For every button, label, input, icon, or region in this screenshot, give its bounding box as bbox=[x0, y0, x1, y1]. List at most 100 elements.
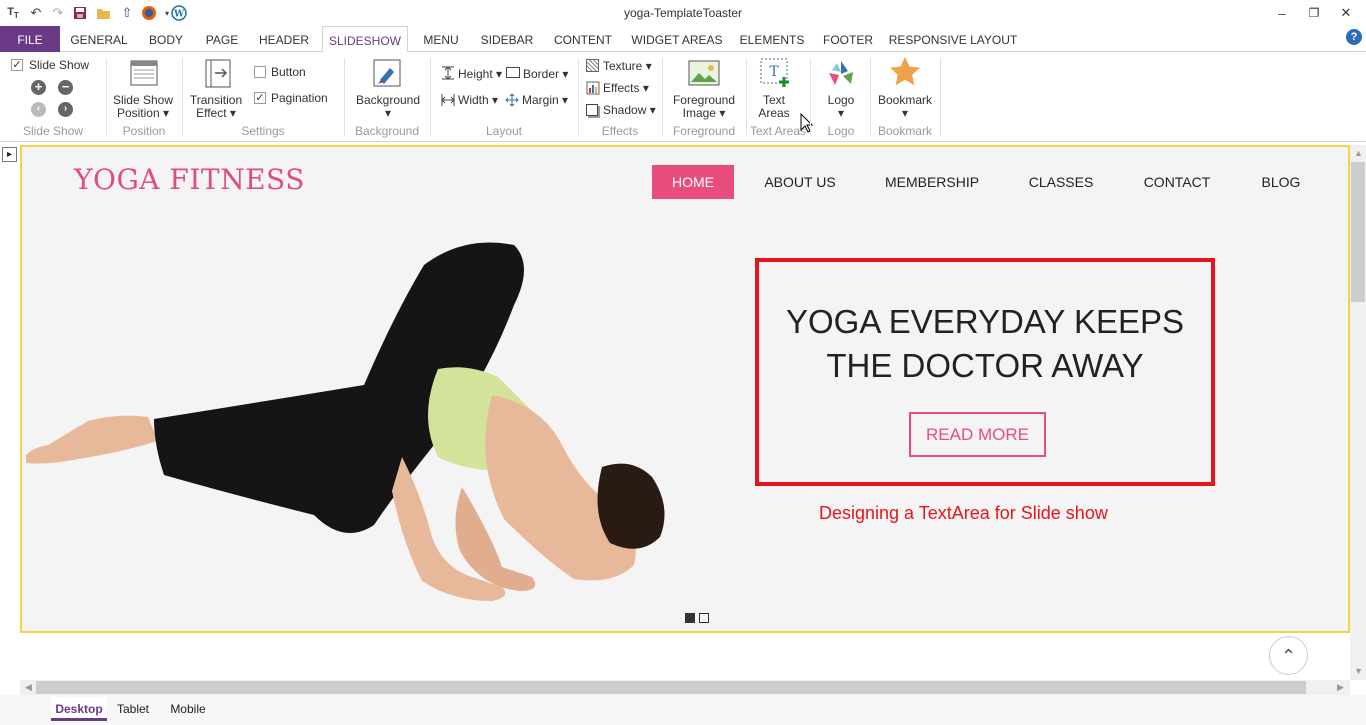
background-button[interactable]: Background ▾ bbox=[348, 94, 428, 120]
bookmark-button[interactable]: Bookmark ▾ bbox=[872, 94, 938, 120]
margin-button[interactable]: Margin ▾ bbox=[522, 93, 568, 107]
vertical-scroll-thumb[interactable] bbox=[1351, 162, 1365, 302]
tab-tablet[interactable]: Tablet bbox=[110, 697, 156, 721]
add-slide-icon[interactable]: + bbox=[31, 80, 46, 95]
shadow-label: Shadow bbox=[603, 103, 647, 117]
border-label: Border bbox=[523, 67, 560, 81]
pagination-label: Pagination bbox=[271, 91, 328, 105]
tab-footer[interactable]: FOOTER bbox=[818, 26, 878, 52]
restore-button[interactable]: ❐ bbox=[1302, 3, 1326, 23]
tab-slideshow[interactable]: SLIDESHOW bbox=[322, 26, 408, 53]
remove-slide-icon[interactable]: − bbox=[58, 80, 73, 95]
tab-elements[interactable]: ELEMENTS bbox=[736, 26, 808, 52]
tab-general[interactable]: GENERAL bbox=[66, 26, 132, 52]
pagination-dot-active[interactable] bbox=[685, 613, 695, 623]
bookmark-star-icon[interactable] bbox=[889, 56, 920, 86]
scroll-right-icon[interactable]: ▶ bbox=[1337, 682, 1344, 693]
tab-file[interactable]: FILE bbox=[0, 26, 60, 52]
site-logo[interactable]: YOGA FITNESS bbox=[74, 163, 305, 196]
nav-contact[interactable]: CONTACT bbox=[1132, 165, 1222, 199]
tab-responsive-layout[interactable]: RESPONSIVE LAYOUT bbox=[888, 26, 1018, 52]
shadow-button[interactable]: Shadow ▾ bbox=[603, 103, 656, 117]
slideshow-position-button[interactable]: Slide Show Position ▾ bbox=[108, 94, 178, 120]
logo-icon[interactable] bbox=[825, 59, 855, 89]
tab-page[interactable]: PAGE bbox=[200, 26, 244, 52]
slide-headline[interactable]: YOGA EVERYDAY KEEPS THE DOCTOR AWAY bbox=[759, 300, 1211, 388]
chevron-down-icon: ▾ bbox=[645, 59, 652, 73]
group-label-background: Background bbox=[354, 124, 420, 138]
tab-content[interactable]: CONTENT bbox=[548, 26, 618, 52]
width-button[interactable]: Width ▾ bbox=[458, 93, 498, 107]
annotation-caption: Designing a TextArea for Slide show bbox=[819, 503, 1108, 523]
transition-effect-icon[interactable] bbox=[203, 58, 233, 88]
texture-icon bbox=[586, 59, 599, 72]
ribbon-body: ✓ Slide Show + − ‹ › Slide Show Slide Sh… bbox=[0, 52, 1366, 142]
shadow-icon bbox=[586, 104, 598, 116]
text-areas-button[interactable]: Text Areas bbox=[750, 94, 798, 120]
nav-blog[interactable]: BLOG bbox=[1248, 165, 1314, 199]
text-areas-icon[interactable]: T bbox=[759, 57, 789, 87]
scroll-to-top-icon[interactable]: ⌃︎ bbox=[1269, 636, 1308, 675]
foreground-image-button[interactable]: Foreground Image ▾ bbox=[664, 94, 744, 120]
nav-membership[interactable]: MEMBERSHIP bbox=[872, 165, 992, 199]
close-button[interactable]: ✕ bbox=[1334, 3, 1358, 23]
nav-classes[interactable]: CLASSES bbox=[1018, 165, 1104, 199]
nav-about-us[interactable]: ABOUT US bbox=[752, 165, 848, 199]
width-icon bbox=[441, 93, 455, 107]
window-title: yoga-TemplateToaster bbox=[623, 6, 743, 20]
group-label-settings: Settings bbox=[241, 124, 285, 138]
tab-menu[interactable]: MENU bbox=[416, 26, 466, 52]
minimize-button[interactable]: – bbox=[1270, 3, 1294, 23]
yoga-pose-image bbox=[26, 242, 665, 601]
nav-home[interactable]: HOME bbox=[652, 165, 734, 199]
scroll-up-icon[interactable]: ▲ bbox=[1354, 148, 1363, 158]
chevron-down-icon: ▾ bbox=[496, 67, 503, 81]
tab-widget-areas[interactable]: WIDGET AREAS bbox=[628, 26, 726, 52]
scroll-left-icon[interactable]: ◀ bbox=[25, 682, 32, 693]
slideshow-text-area[interactable]: YOGA EVERYDAY KEEPS THE DOCTOR AWAY READ… bbox=[755, 258, 1215, 486]
page-below-slideshow bbox=[20, 633, 1350, 680]
panel-expand-icon[interactable]: ▸ bbox=[2, 147, 17, 162]
ribbon-tabs: FILE GENERAL BODY PAGE HEADER SLIDESHOW … bbox=[0, 26, 1366, 53]
help-icon[interactable]: ? bbox=[1346, 29, 1362, 45]
effects-button[interactable]: Effects ▾ bbox=[603, 81, 649, 95]
scroll-down-icon[interactable]: ▼ bbox=[1354, 666, 1363, 676]
tab-body[interactable]: BODY bbox=[140, 26, 192, 52]
group-label-bookmark: Bookmark bbox=[877, 124, 933, 138]
chevron-down-icon: ▾ bbox=[229, 106, 236, 120]
previous-slide-icon[interactable]: ‹ bbox=[31, 102, 46, 117]
background-icon[interactable] bbox=[372, 58, 402, 88]
logo-button[interactable]: Logo ▾ bbox=[815, 94, 867, 120]
border-button[interactable]: Border ▾ bbox=[523, 67, 568, 81]
tab-desktop[interactable]: Desktop bbox=[51, 697, 107, 721]
group-label-layout: Layout bbox=[485, 124, 523, 138]
svg-text:T: T bbox=[769, 64, 779, 80]
read-more-button[interactable]: READ MORE bbox=[909, 412, 1046, 457]
group-label-effects: Effects bbox=[601, 124, 639, 138]
transition-effect-label-2: Effect bbox=[196, 106, 227, 120]
pagination-dot[interactable] bbox=[699, 613, 709, 623]
slide-headline-line-2: THE DOCTOR AWAY bbox=[826, 347, 1144, 384]
margin-icon bbox=[505, 93, 519, 107]
button-checkbox[interactable] bbox=[254, 66, 266, 78]
text-areas-label-2: Areas bbox=[758, 106, 790, 120]
pagination-checkbox[interactable]: ✓ bbox=[254, 92, 266, 104]
foreground-image-icon[interactable] bbox=[688, 58, 720, 88]
chevron-down-icon: ▾ bbox=[562, 67, 569, 81]
tab-header[interactable]: HEADER bbox=[252, 26, 316, 52]
horizontal-scroll-thumb[interactable] bbox=[36, 681, 1306, 694]
slideshow-canvas[interactable]: YOGA FITNESS HOME ABOUT US MEMBERSHIP CL… bbox=[20, 145, 1350, 633]
next-slide-icon[interactable]: › bbox=[58, 102, 73, 117]
tab-sidebar[interactable]: SIDEBAR bbox=[474, 26, 540, 52]
texture-button[interactable]: Texture ▾ bbox=[603, 59, 652, 73]
margin-label: Margin bbox=[522, 93, 559, 107]
slide-headline-line-1: YOGA EVERYDAY KEEPS bbox=[785, 303, 1184, 340]
tab-mobile[interactable]: Mobile bbox=[162, 697, 214, 721]
group-label-position: Position bbox=[122, 124, 166, 138]
chevron-down-icon: ▾ bbox=[492, 93, 499, 107]
slideshow-position-icon[interactable] bbox=[129, 58, 159, 88]
slideshow-checkbox[interactable]: ✓ bbox=[11, 59, 23, 71]
transition-effect-button[interactable]: Transition Effect ▾ bbox=[184, 94, 248, 120]
height-button[interactable]: Height ▾ bbox=[458, 67, 502, 81]
effects-icon bbox=[586, 81, 600, 95]
